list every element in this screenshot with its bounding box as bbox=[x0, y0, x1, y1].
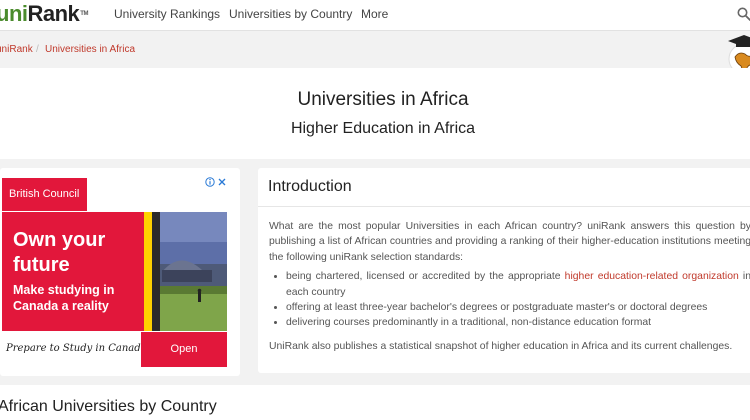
logo-trademark: TM bbox=[80, 11, 88, 17]
ad-campus-photo bbox=[152, 212, 227, 331]
intro-title: Introduction bbox=[268, 178, 352, 195]
top-navbar: uniRankTM University Rankings Universiti… bbox=[0, 0, 750, 31]
ad-accent-bar bbox=[144, 212, 152, 331]
nav-university-rankings[interactable]: University Rankings bbox=[114, 7, 220, 21]
page-title: Universities in Africa bbox=[297, 89, 469, 110]
ad-choices[interactable] bbox=[205, 177, 227, 187]
criterion-text: being chartered, licensed or accredited … bbox=[286, 271, 565, 283]
higher-education-organization-link[interactable]: higher education-related organization bbox=[565, 271, 739, 282]
breadcrumb-separator: / bbox=[36, 44, 39, 55]
unirank-logo[interactable]: uniRankTM bbox=[0, 2, 88, 26]
introduction-card: Introduction What are the most popular U… bbox=[258, 168, 750, 373]
ad-open-button[interactable]: Open bbox=[141, 332, 227, 367]
section-header: African Universities by Country bbox=[0, 385, 750, 420]
advertisement: British Council Own your future Make stu… bbox=[0, 168, 240, 376]
close-icon[interactable] bbox=[218, 178, 226, 186]
breadcrumb-home[interactable]: uniRank bbox=[0, 44, 33, 55]
nav-universities-by-country[interactable]: Universities by Country bbox=[229, 7, 352, 21]
ad-subheadline: Make studying in Canada a reality bbox=[13, 283, 115, 313]
section-title: African Universities by Country bbox=[0, 398, 217, 415]
intro-footer-text: UniRank also publishes a statistical sna… bbox=[269, 341, 733, 352]
breadcrumb-current[interactable]: Universities in Africa bbox=[45, 44, 135, 55]
criteria-list: being chartered, licensed or accredited … bbox=[286, 269, 750, 331]
page-header: Universities in Africa Higher Education … bbox=[0, 68, 750, 159]
ad-headline: Own your future bbox=[13, 229, 106, 276]
ad-banner[interactable]: Own your future Make studying in Canada … bbox=[2, 212, 227, 331]
page-subtitle: Higher Education in Africa bbox=[290, 120, 476, 137]
ad-tagline: Prepare to Study in Canada bbox=[6, 343, 147, 354]
logo-main: Rank bbox=[27, 1, 80, 26]
logo-prefix: uni bbox=[0, 1, 28, 26]
divider bbox=[258, 206, 750, 207]
list-item: being chartered, licensed or accredited … bbox=[286, 269, 750, 300]
nav-more[interactable]: More bbox=[361, 7, 388, 21]
list-item: offering at least three-year bachelor's … bbox=[286, 300, 750, 315]
info-icon[interactable] bbox=[205, 177, 215, 187]
intro-paragraph: What are the most popular Universities i… bbox=[269, 221, 750, 263]
intro-body: What are the most popular Universities i… bbox=[269, 219, 750, 331]
search-icon[interactable] bbox=[737, 7, 750, 21]
ad-advertiser-label[interactable]: British Council bbox=[2, 178, 87, 211]
list-item: delivering courses predominantly in a tr… bbox=[286, 315, 750, 330]
breadcrumb: uniRank / Universities in Africa bbox=[0, 32, 750, 68]
